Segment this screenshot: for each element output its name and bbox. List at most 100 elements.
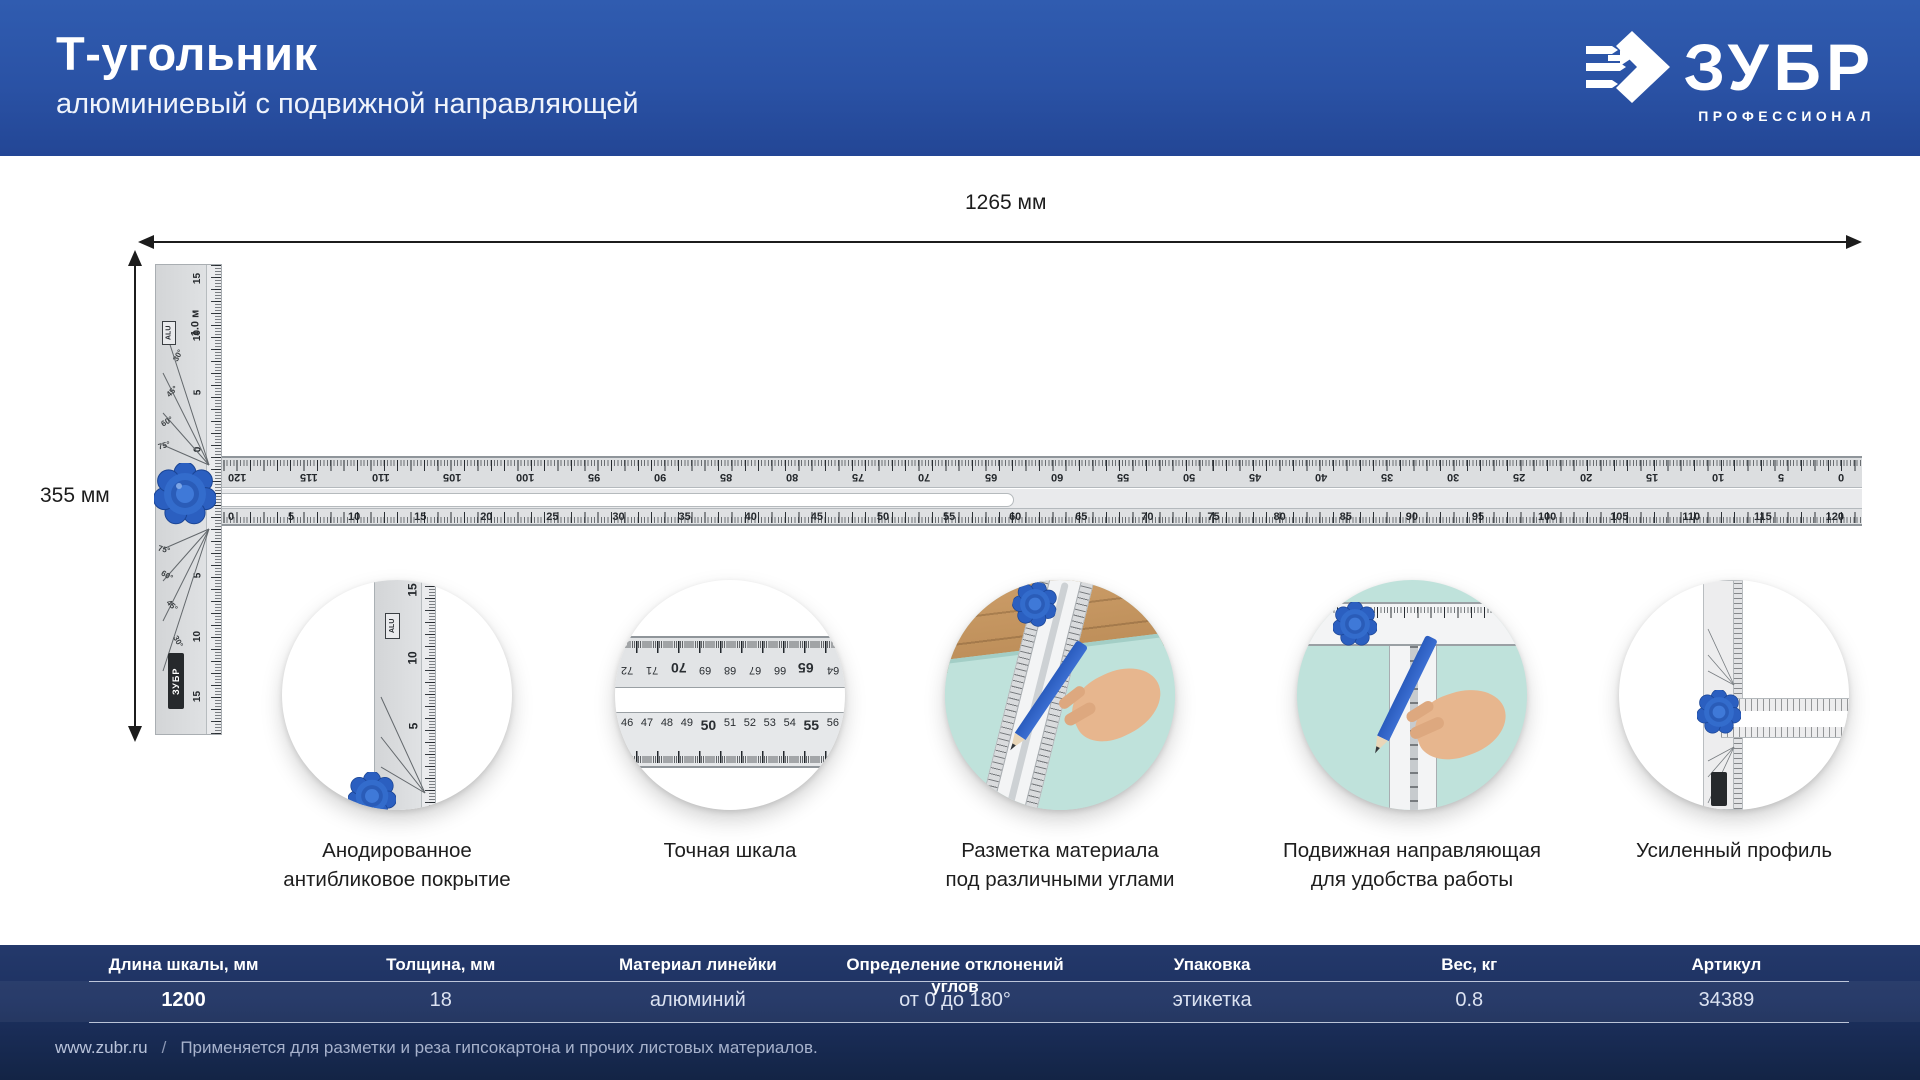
feature-circle-profile: [1619, 580, 1849, 810]
width-dimension-line: [150, 241, 1848, 243]
scale-number: 35: [1381, 471, 1393, 483]
scale-number: 46: [621, 717, 633, 733]
top-scale-numbers: 1201151101051009590858075706560555045403…: [210, 467, 1862, 487]
scale-number: 70: [918, 471, 930, 483]
scale-number: 55: [1117, 471, 1129, 483]
scale-number: 65: [985, 471, 997, 483]
arrowhead-left: [138, 235, 154, 249]
accuracy-badge: 1.0 м: [189, 310, 201, 337]
ruler-brand-badge: [1711, 772, 1727, 806]
alu-badge: ALU: [385, 613, 400, 639]
feature-circle-scale: 727170696867666564 464748495051525354555…: [615, 580, 845, 810]
closeup-bottom-numbers: 4647484950515253545556: [615, 717, 845, 733]
website-link: www.zubr.ru: [55, 1038, 148, 1057]
spec-label: Упаковка: [1084, 954, 1341, 981]
scale-number: 25: [1513, 471, 1525, 483]
spec-col-packaging: Упаковка этикетка: [1084, 945, 1341, 1012]
page-title: Т-угольник: [56, 26, 318, 81]
caption-line: под различными углами: [890, 865, 1230, 894]
spec-label: Определение отклонений углов: [826, 954, 1083, 981]
ruler-brand-badge: ЗУБР: [168, 653, 184, 709]
mini-knob: [1697, 690, 1741, 734]
scale-number: 47: [641, 717, 653, 733]
mini-horizontal-ruler: [1297, 602, 1527, 646]
locking-knob: [154, 463, 216, 525]
closeup-bottom-scale: 4647484950515253545556: [615, 712, 845, 768]
brand-logo: ЗУБР ПРОФЕССИОНАЛ: [1586, 30, 1875, 126]
divider-line: [89, 981, 1849, 982]
ruler-bottom-scale: 0510152025303540455055606570758085909510…: [210, 508, 1862, 526]
feature-circle-marking: [945, 580, 1175, 810]
scale-number: 45: [1249, 471, 1261, 483]
scale-number: 75: [852, 471, 864, 483]
ruler-top-scale: 1201151101051009590858075706560555045403…: [210, 456, 1862, 488]
footer-note: www.zubr.ru/Применяется для разметки и р…: [55, 1038, 818, 1058]
brand-tagline: ПРОФЕССИОНАЛ: [1586, 108, 1875, 124]
ruler-slide-slot: [216, 493, 1014, 507]
arrowhead-right: [1846, 235, 1862, 249]
scale-number: 68: [724, 660, 736, 676]
feature-caption: Точная шкала: [560, 836, 900, 865]
divider-line: [89, 1022, 1849, 1023]
brand-name: ЗУБР: [1684, 35, 1875, 99]
closeup-top-numbers: 727170696867666564: [615, 660, 845, 676]
height-dimension-line: [134, 262, 136, 728]
scale-number: 67: [749, 660, 761, 676]
spec-table: Длина шкалы, мм 1200 Толщина, мм 18 Мате…: [0, 945, 1920, 1080]
spec-label: Вес, кг: [1341, 954, 1598, 981]
cm-ticks: [615, 751, 845, 763]
spec-value: 18: [312, 989, 569, 1012]
scale-number: 40: [1315, 471, 1327, 483]
feature-caption: Анодированное антибликовое покрытие: [227, 836, 567, 894]
caption-line: Подвижная направляющая: [1242, 836, 1582, 865]
caption-line: для удобства работы: [1242, 865, 1582, 894]
cm-ticks: [210, 512, 1862, 523]
scale-number: 66: [774, 660, 786, 676]
mini-knob: [1333, 602, 1377, 646]
spec-label: Артикул: [1598, 954, 1855, 981]
scale-number: 69: [699, 660, 711, 676]
usage-note: Применяется для разметки и реза гипсокар…: [180, 1038, 817, 1057]
spec-value: от 0 до 180°: [826, 989, 1083, 1012]
scale-number: 90: [654, 471, 666, 483]
scale-number: 15: [1646, 471, 1658, 483]
scale-number: 5: [1778, 471, 1784, 483]
scale-number: 64: [827, 660, 839, 676]
spec-value: 0.8: [1341, 989, 1598, 1012]
arrowhead-down: [128, 726, 142, 742]
caption-line: Разметка материала: [890, 836, 1230, 865]
scale-number: 100: [516, 471, 534, 483]
scale-number: 71: [646, 660, 658, 676]
spec-label: Материал линейки: [569, 954, 826, 981]
scale-number: 49: [681, 717, 693, 733]
scale-number: 65: [798, 660, 814, 676]
cm-ticks: [1297, 607, 1527, 618]
height-dimension-label: 355 мм: [40, 484, 110, 508]
spec-col-thickness: Толщина, мм 18: [312, 945, 569, 1012]
alu-badge: ALU: [162, 321, 176, 345]
scale-number: 110: [372, 471, 390, 483]
tsquare-horizontal-ruler: 1201151101051009590858075706560555045403…: [210, 456, 1862, 526]
scale-number: 60: [1051, 471, 1063, 483]
scale-number: 51: [724, 717, 736, 733]
scale-number: 115: [300, 471, 318, 483]
page-subtitle: алюминиевый с подвижной направляющей: [56, 88, 639, 121]
scale-number: 50: [1183, 471, 1195, 483]
scale-number: 52: [744, 717, 756, 733]
scale-number: 0: [1838, 471, 1844, 483]
product-sheet: Т-угольник алюминиевый с подвижной напра…: [0, 0, 1920, 1080]
scale-number: 54: [784, 717, 796, 733]
header-banner: Т-угольник алюминиевый с подвижной напра…: [0, 0, 1920, 156]
scale-number: 95: [588, 471, 600, 483]
feature-caption: Подвижная направляющая для удобства рабо…: [1242, 836, 1582, 894]
spec-label: Толщина, мм: [312, 954, 569, 981]
spec-value: этикетка: [1084, 989, 1341, 1012]
spec-col-material: Материал линейки алюминий: [569, 945, 826, 1012]
caption-line: антибликовое покрытие: [227, 865, 567, 894]
arrowhead-up: [128, 250, 142, 266]
caption-line: Анодированное: [227, 836, 567, 865]
scale-number: 10: [1712, 471, 1724, 483]
zubr-arrow-icon: [1586, 30, 1670, 104]
feature-circle-anodized: 15105 ALU: [282, 580, 512, 810]
scale-number: 56: [827, 717, 839, 733]
